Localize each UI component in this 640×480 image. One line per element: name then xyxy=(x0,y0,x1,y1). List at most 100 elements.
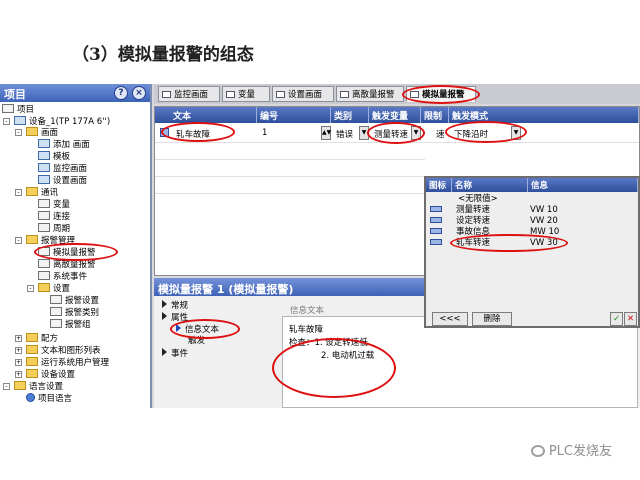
tab-monitor-screen[interactable]: 监控画面 xyxy=(158,86,220,102)
expand-toggle[interactable]: - xyxy=(3,383,10,390)
folder-icon xyxy=(26,369,38,378)
device-icon xyxy=(14,116,26,125)
tree-node-screens[interactable]: 画面 xyxy=(26,127,58,138)
tree-node-alarm-classes[interactable]: 报警类别 xyxy=(50,307,99,318)
expand-arrow-icon xyxy=(162,348,167,356)
editor-tabs: 监控画面 变量 设置画面 离散量报警 模拟量报警 xyxy=(154,84,640,104)
annotation-circle xyxy=(161,122,235,142)
expand-toggle[interactable]: - xyxy=(15,237,22,244)
alarm-group-icon xyxy=(50,319,62,328)
tab-tags[interactable]: 变量 xyxy=(222,86,270,102)
annotation-circle xyxy=(272,338,396,398)
discrete-alarm-icon xyxy=(340,91,349,98)
list-item[interactable]: 测量转速 VW 10 xyxy=(426,205,638,216)
annotation-circle xyxy=(445,121,527,143)
screen-icon xyxy=(38,163,50,172)
list-item[interactable]: <无限值> xyxy=(426,194,638,205)
delete-button[interactable]: 删除 xyxy=(472,312,512,326)
alarm-settings-icon xyxy=(50,295,62,304)
cycle-icon xyxy=(38,223,50,232)
tab-discrete-alarms[interactable]: 离散量报警 xyxy=(336,86,404,102)
tree-node-device[interactable]: 设备_1(TP 177A 6'') xyxy=(14,116,110,127)
tag-icon xyxy=(38,199,50,208)
column-header-text[interactable]: 文本 xyxy=(155,107,257,123)
tag-icon xyxy=(430,216,442,227)
expand-toggle[interactable]: - xyxy=(3,118,10,125)
add-screen-icon xyxy=(38,139,50,148)
tag-icon xyxy=(430,227,442,238)
annotation-circle xyxy=(34,243,118,261)
annotation-circle xyxy=(367,122,425,144)
tab-settings-screen[interactable]: 设置画面 xyxy=(272,86,334,102)
cell-alarm-number[interactable]: 1 xyxy=(259,125,323,141)
screen-icon xyxy=(162,91,171,98)
expand-arrow-icon xyxy=(162,312,167,320)
tree-node-language-settings[interactable]: 语言设置 xyxy=(14,381,63,392)
column-header-trigger-tag[interactable]: 触发变量 xyxy=(369,107,421,123)
tree-node-monitor-screen[interactable]: 监控画面 xyxy=(38,163,87,174)
tag-icon xyxy=(226,91,235,98)
tree-node-runtime-user-admin[interactable]: 运行系统用户管理 xyxy=(26,357,109,368)
props-node-general[interactable]: 常规 xyxy=(162,300,188,311)
tree-node-project[interactable]: 项目 xyxy=(2,104,34,115)
number-spin-button[interactable]: ▲▼ xyxy=(321,126,331,140)
list-item[interactable]: 设定转速 VW 20 xyxy=(426,216,638,227)
expand-toggle[interactable]: + xyxy=(15,371,22,378)
folder-icon xyxy=(26,235,38,244)
column-header-limit[interactable]: 限制 xyxy=(421,107,449,123)
screen-icon xyxy=(38,175,50,184)
popup-header-icon: 图标 xyxy=(426,178,452,192)
tree-node-template[interactable]: 模板 xyxy=(38,151,70,162)
expand-arrow-icon xyxy=(162,300,167,308)
props-node-events[interactable]: 事件 xyxy=(162,348,188,359)
tree-node-recipes[interactable]: 配方 xyxy=(26,333,58,344)
expand-toggle[interactable]: + xyxy=(15,335,22,342)
column-header-category[interactable]: 类别 xyxy=(331,107,369,123)
connection-icon xyxy=(38,211,50,220)
tree-node-alarm-settings-folder[interactable]: 设置 xyxy=(38,283,70,294)
info-text-line-1: 轧车故障 xyxy=(289,325,324,335)
annotation-circle xyxy=(450,234,568,252)
tree-node-settings-screen[interactable]: 设置画面 xyxy=(38,175,87,186)
popup-header-info: 信息 xyxy=(528,178,638,192)
tag-icon xyxy=(430,238,442,249)
expand-toggle[interactable]: - xyxy=(15,129,22,136)
cancel-x-icon[interactable]: ✕ xyxy=(624,312,637,326)
tree-node-alarm-groups[interactable]: 报警组 xyxy=(50,319,91,330)
close-button[interactable]: × xyxy=(132,86,146,100)
back-button[interactable]: <<< xyxy=(432,312,468,326)
folder-icon xyxy=(26,187,38,196)
wechat-icon xyxy=(530,445,545,457)
column-header-number[interactable]: 编号 xyxy=(257,107,331,123)
screen-icon xyxy=(276,91,285,98)
annotation-circle xyxy=(402,85,480,104)
system-event-icon xyxy=(38,271,50,280)
ok-check-icon[interactable]: ✓ xyxy=(610,312,623,326)
globe-icon xyxy=(26,393,35,402)
alarm-class-icon xyxy=(50,307,62,316)
tree-node-add-screen[interactable]: 添加 画面 xyxy=(38,139,90,150)
tree-node-text-graphic-lists[interactable]: 文本和图形列表 xyxy=(26,345,101,356)
tree-node-project-languages[interactable]: 项目语言 xyxy=(26,393,72,404)
watermark: PLC发烧友 xyxy=(530,440,612,459)
wincc-screenshot: 项目 ? × 项目 - 设备_1(TP 177A 6'') - 画面 添加 画面… xyxy=(0,84,640,408)
tree-node-cycles[interactable]: 周期 xyxy=(38,223,70,234)
tree-node-system-events[interactable]: 系统事件 xyxy=(38,271,87,282)
folder-icon xyxy=(26,357,38,366)
help-button[interactable]: ? xyxy=(114,86,128,100)
expand-toggle[interactable]: - xyxy=(27,285,34,292)
tree-node-communication[interactable]: 通讯 xyxy=(26,187,58,198)
expand-toggle[interactable]: + xyxy=(15,347,22,354)
template-icon xyxy=(38,151,50,160)
tree-node-device-settings[interactable]: 设备设置 xyxy=(26,369,75,380)
tree-node-alarm-settings[interactable]: 报警设置 xyxy=(50,295,99,306)
tree-node-tags[interactable]: 变量 xyxy=(38,199,70,210)
tree-node-connections[interactable]: 连接 xyxy=(38,211,70,222)
folder-icon xyxy=(38,283,50,292)
folder-icon xyxy=(26,127,38,136)
project-tree-title: 项目 ? × xyxy=(0,84,150,102)
expand-toggle[interactable]: - xyxy=(15,189,22,196)
expand-toggle[interactable]: + xyxy=(15,359,22,366)
discrete-alarm-icon xyxy=(38,259,50,268)
folder-icon xyxy=(26,333,38,342)
